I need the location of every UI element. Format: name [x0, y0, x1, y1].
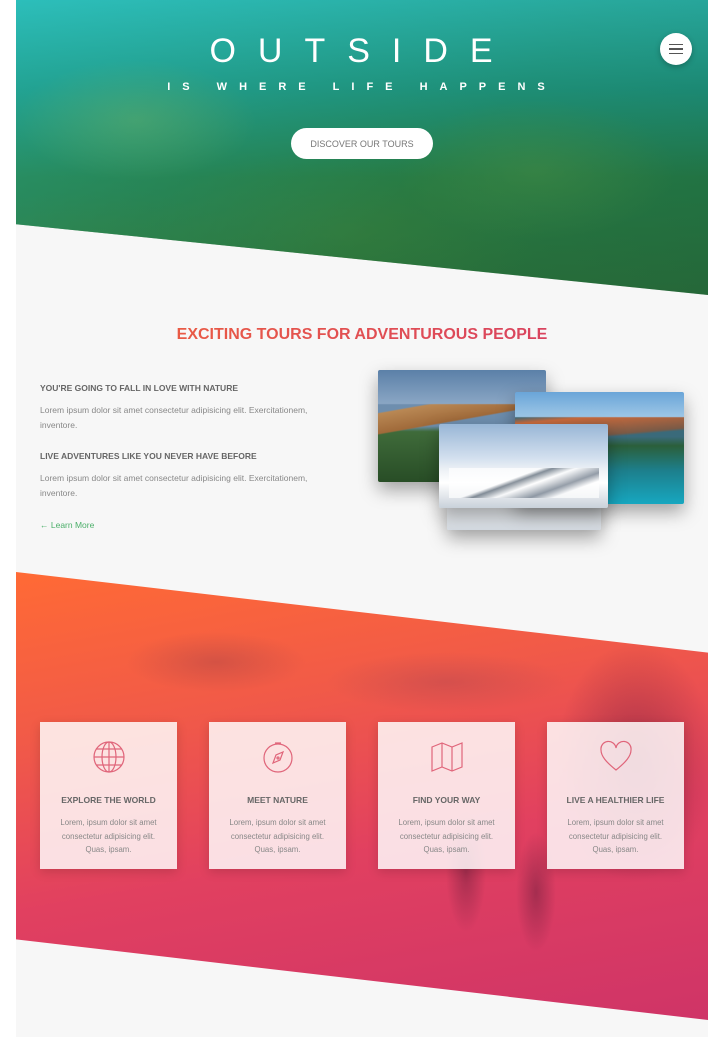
menu-button[interactable]: [660, 33, 692, 65]
page: OUTSIDE IS WHERE LIFE HAPPENS DISCOVER O…: [16, 0, 708, 1037]
feature-card-explore: EXPLORE THE WORLD Lorem, ipsum dolor sit…: [40, 722, 177, 869]
hamburger-icon-line: [669, 48, 683, 50]
feature-title: MEET NATURE: [247, 795, 308, 805]
globe-icon: [92, 741, 125, 773]
discover-tours-button[interactable]: DISCOVER OUR TOURS: [291, 128, 433, 159]
learn-more-link[interactable]: ← Learn More: [40, 520, 94, 530]
tour-photo-snow: [439, 424, 608, 508]
section-title: EXCITING TOURS FOR ADVENTUROUS PEOPLE: [16, 326, 708, 344]
hamburger-icon-line: [669, 43, 683, 46]
feature-title: LIVE A HEALTHIER LIFE: [566, 795, 665, 805]
feature-text: Lorem, ipsum dolor sit amet consectetur …: [60, 818, 157, 854]
feature-card-healthier: LIVE A HEALTHIER LIFE Lorem, ipsum dolor…: [547, 722, 684, 869]
feature-card-find-way: FIND YOUR WAY Lorem, ipsum dolor sit ame…: [378, 722, 515, 869]
hamburger-icon-line: [669, 52, 683, 55]
feature-title: EXPLORE THE WORLD: [61, 795, 156, 805]
map-icon: [430, 742, 463, 772]
feature-text: Lorem, ipsum dolor sit amet consectetur …: [229, 818, 326, 854]
heart-icon: [599, 740, 632, 771]
compass-icon: [262, 742, 293, 773]
about-heading-1: YOU'RE GOING TO FALL IN LOVE WITH NATURE: [40, 383, 238, 393]
feature-text: Lorem, ipsum dolor sit amet consectetur …: [567, 818, 664, 854]
feature-card-nature: MEET NATURE Lorem, ipsum dolor sit amet …: [209, 722, 346, 869]
about-heading-2: LIVE ADVENTURES LIKE YOU NEVER HAVE BEFO…: [40, 451, 257, 461]
about-text-2: Lorem ipsum dolor sit amet consectetur a…: [40, 473, 308, 498]
hero-tagline: IS WHERE LIFE HAPPENS: [167, 81, 557, 93]
about-text-1: Lorem ipsum dolor sit amet consectetur a…: [40, 405, 308, 430]
brand-title: OUTSIDE: [209, 32, 515, 70]
feature-title: FIND YOUR WAY: [412, 795, 481, 805]
feature-text: Lorem, ipsum dolor sit amet consectetur …: [398, 818, 495, 854]
